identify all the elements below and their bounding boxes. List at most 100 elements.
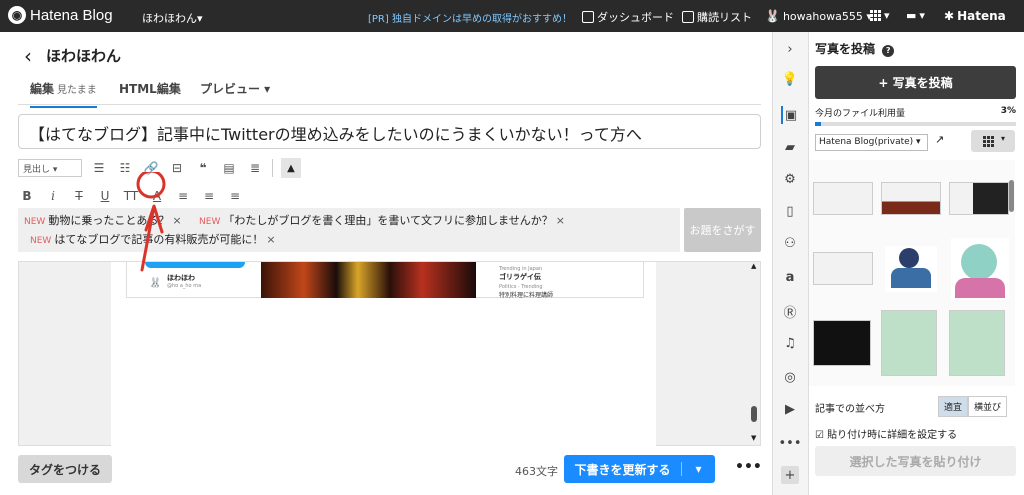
photo-thumbnail[interactable] [949,182,1009,215]
photo-thumbnail[interactable] [885,246,937,292]
dashboard-icon [582,11,594,23]
sort-toggle: 適宜 横並び [938,396,1008,417]
strikethrough-icon[interactable]: T [70,189,88,203]
photo-thumbnail[interactable] [813,182,873,215]
add-tag-button[interactable]: タグをつける [18,455,112,483]
usage-bar-fill [815,122,822,126]
collapse-panel-icon[interactable]: › [781,40,799,58]
worried-face-icon [961,244,997,280]
save-draft-button[interactable]: 下書きを更新する ▾ [564,455,715,483]
new-badge: NEW [30,236,52,246]
detail-setting-checkbox[interactable]: ☑ 貼り付け時に詳細を設定する [815,426,957,441]
user-name: howahowa555 ▾ [782,9,872,23]
body-illustration-icon [955,278,1005,298]
dashboard-link[interactable]: ダッシュボード [582,9,674,25]
bold-icon[interactable]: B [18,189,36,203]
more-options-icon[interactable]: ••• [735,459,762,475]
scroll-down-icon[interactable]: ▼ [751,434,756,442]
external-link-icon[interactable]: ↗ [935,133,944,146]
logo-text: Hatena Blog [30,6,113,24]
close-icon[interactable]: × [266,233,275,246]
reading-list-link[interactable]: 購読リスト [682,9,752,25]
add-icon[interactable]: + [781,466,799,484]
person-illustration-icon [899,248,919,268]
close-icon[interactable]: × [556,214,565,227]
more-icon[interactable]: ••• [779,434,802,452]
notifications-menu[interactable]: ▬ ▾ [906,9,925,22]
sort-option-auto[interactable]: 適宜 [938,396,969,417]
table-icon[interactable]: ▤ [220,161,238,175]
photo-thumbnail[interactable] [813,320,871,366]
align-center-icon[interactable]: ≡ [200,189,218,203]
gear-icon[interactable]: ⚙ [781,170,799,188]
grid-icon [983,136,994,147]
photo-panel-title-text: 写真を投稿 [815,42,876,56]
scroll-up-icon[interactable]: ▲ [751,262,756,270]
new-badge: NEW [24,217,46,227]
bullet-list-icon[interactable]: ☰ [90,161,108,175]
photo-thumbnail[interactable] [951,238,1009,300]
trend-title: ゴリラゲイ伝 [499,273,541,281]
music-icon[interactable]: ♫ [781,334,799,352]
photo-grid-scrollbar[interactable] [1009,180,1014,212]
tab-html[interactable]: HTML編集 [119,80,181,97]
upload-photo-button[interactable]: + 写真を投稿 [815,66,1016,99]
char-count: 463文字 [515,465,558,478]
toolbar-row-2: B i T U TT A ≡ ≡ ≡ [18,184,578,208]
sort-option-horizontal[interactable]: 横並び [968,396,1008,417]
view-toggle[interactable]: ▾ [971,130,1015,152]
checkbox-label: 貼り付け時に詳細を設定する [827,430,958,441]
find-theme-button[interactable]: お題をさがす [684,208,761,252]
usage-percent: 3% [1000,106,1016,116]
document-icon[interactable]: ▯ [781,202,799,220]
rabbit-avatar-icon: 🐰 [765,9,780,23]
theme-link[interactable]: 「わたしがブログを書く理由」を書いて文フリに参加しませんか？ [223,214,552,227]
promo-link[interactable]: [PR] 独自ドメインは早めの取得がおすすめ！ [368,10,572,25]
hatena-blog-logo[interactable]: ◉ Hatena Blog [8,6,113,24]
sort-row: 記事での並べ方 適宜 横並び [815,396,1016,417]
photo-thumbnail[interactable] [881,182,941,215]
apps-menu[interactable]: ▾ [870,9,890,22]
blockquote-icon[interactable]: ❝ [194,161,212,175]
photo-thumbnail[interactable] [881,310,937,376]
rakuten-icon[interactable]: Ⓡ [781,302,799,321]
tweet-photo [261,262,476,298]
photo-grid [809,160,1015,386]
blog-switcher[interactable]: ほわほわん▾ [142,10,203,26]
chevron-down-icon[interactable]: ▾ [681,462,715,476]
body-scrollbar[interactable]: ▲ ▼ [750,262,758,447]
photo-thumbnail[interactable] [813,252,873,285]
scroll-thumb[interactable] [751,406,757,422]
folder-icon[interactable]: ▰ [781,138,799,156]
users-icon[interactable]: ⚇ [781,234,799,252]
laptop-illustration-icon [891,268,931,288]
align-right-icon[interactable]: ≡ [226,189,244,203]
reading-list-label: 購読リスト [697,11,752,24]
screen: ◉ Hatena Blog ほわほわん▾ [PR] 独自ドメインは早めの取得がお… [0,0,1024,495]
lightbulb-icon[interactable]: 💡 [781,70,799,88]
photo-icon[interactable]: ▣ [781,106,799,124]
back-icon[interactable]: ‹ [24,46,32,66]
paste-photo-button[interactable]: 選択した写真を貼り付け [815,446,1016,476]
tab-preview[interactable]: プレビュー ▾ [200,80,270,97]
speech-bubble-icon: ▬ [906,9,917,22]
amazon-icon[interactable]: a [781,268,799,286]
sidebar-icon-column: › 💡 ▣ ▰ ⚙ ▯ ⚇ a Ⓡ ♫ ◎ ▶ ••• + [772,32,808,495]
hatena-logo-icon: ◉ [8,6,26,24]
italic-icon[interactable]: i [44,189,62,203]
user-menu[interactable]: 🐰 howahowa555 ▾ [765,9,872,23]
toolbar-separator [272,159,273,177]
help-icon[interactable]: ? [882,45,895,57]
album-select[interactable]: Hatena Blog(private) ▾ [815,134,928,151]
embedded-content: 🐰 ほわほわ @ho a_ho ma Trending in Japan ゴリラ… [111,262,656,447]
underline-icon[interactable]: U [96,189,114,203]
heading-select[interactable]: 見出し ▾ [18,159,82,177]
hatena-link[interactable]: ✱ Hatena [944,9,1006,23]
post-title-input[interactable]: 【はてなブログ】記事中にTwitterの埋め込みをしたいのにうまくいかない！って… [18,114,761,149]
youtube-icon[interactable]: ▶ [781,400,799,418]
instagram-icon[interactable]: ◎ [781,368,799,386]
global-header: ◉ Hatena Blog ほわほわん▾ [PR] 独自ドメインは早めの取得がお… [0,0,1024,32]
more-block-icon[interactable]: ≣ [246,161,264,175]
photo-thumbnail[interactable] [949,310,1005,376]
collapse-toolbar-icon[interactable]: ▲ [281,158,301,178]
